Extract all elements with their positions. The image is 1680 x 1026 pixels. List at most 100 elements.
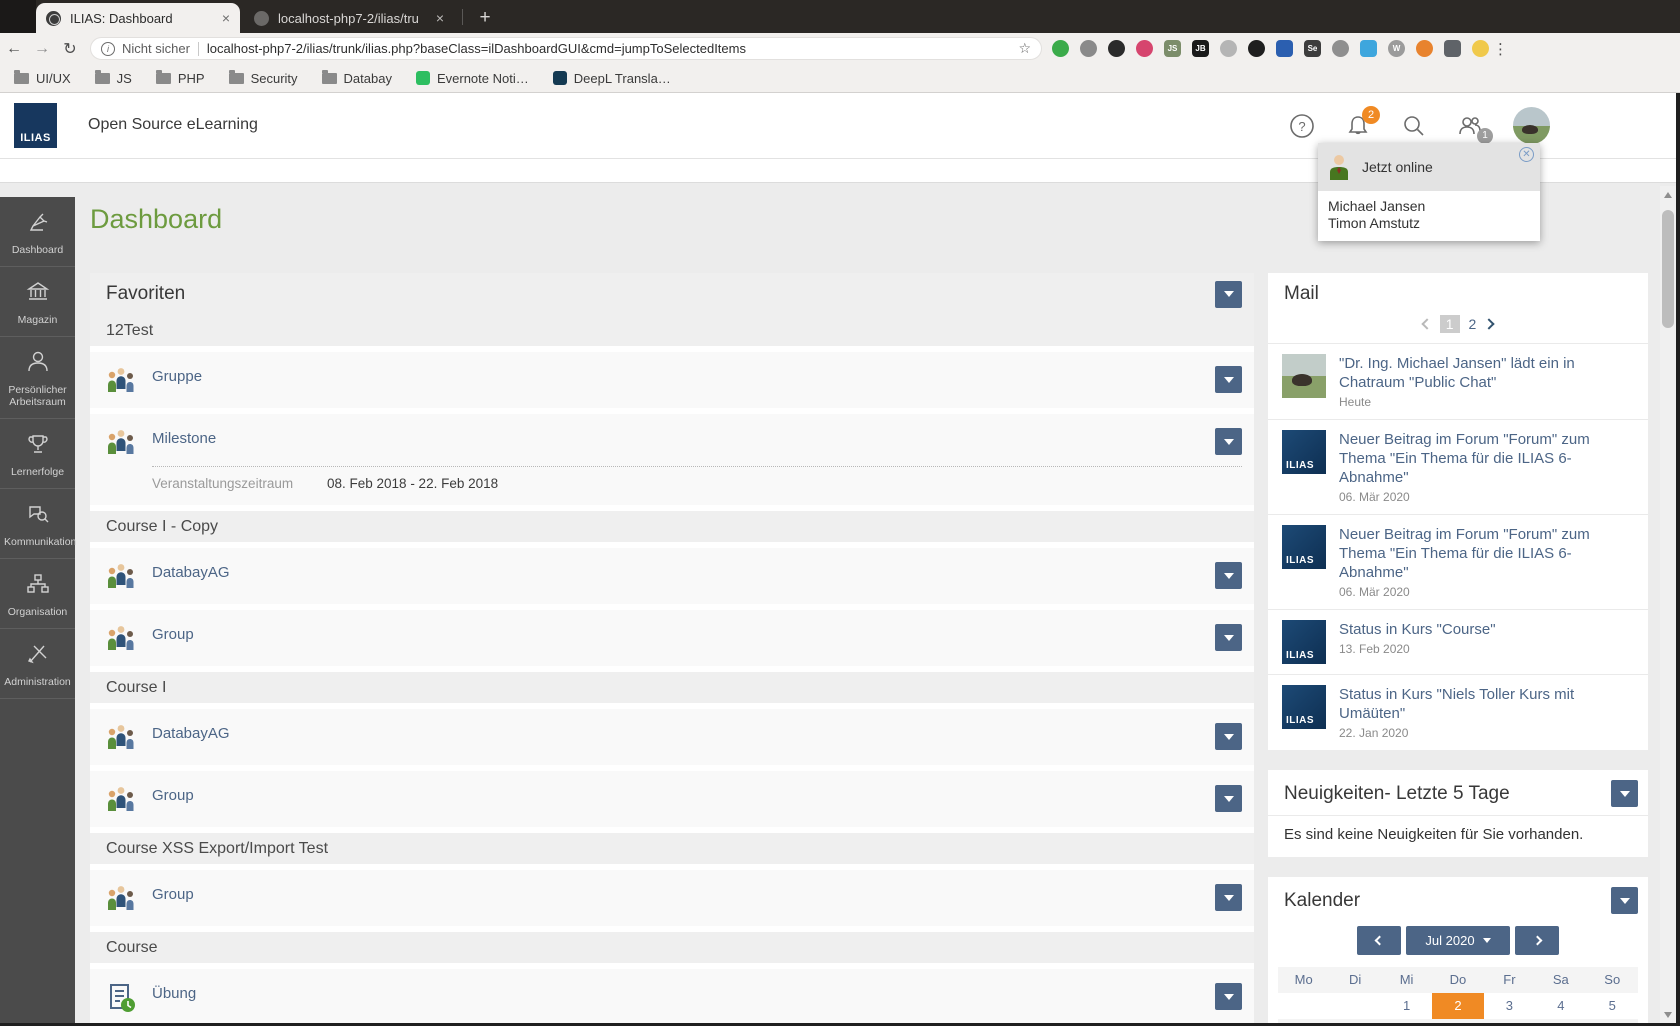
browser-menu-icon[interactable]: ⋮ [1493, 40, 1508, 58]
tab-close-icon[interactable]: × [436, 10, 444, 26]
search-icon[interactable] [1401, 113, 1427, 139]
tab-close-icon[interactable]: × [222, 10, 230, 26]
help-icon[interactable]: ? [1289, 113, 1315, 139]
bookmark-item[interactable]: Databay [321, 69, 392, 86]
favorite-item-link[interactable]: Group [152, 884, 1205, 903]
contacts-icon[interactable]: 1 [1457, 113, 1493, 144]
mail-item-title[interactable]: Neuer Beitrag im Forum "Forum" zum Thema… [1339, 525, 1636, 582]
shield-icon[interactable] [1332, 40, 1349, 57]
profile-avatar-icon[interactable] [1472, 40, 1489, 57]
camera-icon[interactable] [1136, 40, 1153, 57]
adblock-icon[interactable] [1052, 40, 1069, 57]
bookmark-star-icon[interactable]: ☆ [1018, 40, 1031, 57]
online-user[interactable]: Timon Amstutz [1328, 215, 1530, 232]
sidebar-item-kommunikation[interactable]: Kommunikation [0, 489, 76, 559]
online-user[interactable]: Michael Jansen [1328, 198, 1530, 215]
favorites-actions-button[interactable] [1215, 280, 1242, 308]
scroll-up-icon[interactable] [1664, 192, 1672, 198]
favorite-item-link[interactable]: Gruppe [152, 366, 1205, 385]
bookmark-item[interactable]: DeepL Transla… [552, 71, 671, 86]
mail-item-date: Heute [1339, 395, 1372, 409]
info-icon[interactable]: i [101, 41, 115, 56]
page-scrollbar[interactable] [1660, 186, 1676, 1026]
new-tab-button[interactable]: + [472, 5, 498, 31]
favorite-item-row: Gruppe [90, 352, 1254, 408]
item-actions-button[interactable] [1215, 366, 1242, 393]
bookmark-item[interactable]: PHP [155, 69, 205, 86]
scroll-down-icon[interactable] [1664, 1012, 1672, 1018]
calendar-day-cell[interactable]: 3 [1484, 993, 1535, 1019]
sidebar-item-administration[interactable]: Administration [0, 629, 75, 699]
mail-item[interactable]: ILIAS Neuer Beitrag im Forum "Forum" zum … [1268, 419, 1648, 514]
mail-item-title[interactable]: Status in Kurs "Course" [1339, 620, 1636, 639]
calendar-next-button[interactable] [1515, 926, 1559, 955]
forward-icon[interactable]: → [28, 40, 56, 58]
item-actions-button[interactable] [1215, 723, 1242, 750]
next-page-icon[interactable] [1483, 318, 1495, 330]
jetbrains-icon[interactable]: JB [1192, 40, 1209, 57]
mail-item[interactable]: "Dr. Ing. Michael Jansen" lädt ein in Ch… [1268, 343, 1648, 419]
item-actions-button[interactable] [1215, 983, 1242, 1010]
selenium-icon[interactable]: Se [1304, 40, 1321, 57]
item-actions-button[interactable] [1215, 562, 1242, 589]
favorite-item-link[interactable]: Group [152, 624, 1205, 643]
sidebar-item-organisation[interactable]: Organisation [0, 559, 75, 629]
calendar-prev-button[interactable] [1357, 926, 1401, 955]
favorite-item-link[interactable]: Übung [152, 983, 1205, 1002]
item-actions-button[interactable] [1215, 428, 1242, 455]
bookmark-item[interactable]: UI/UX [14, 69, 71, 86]
chevron-down-icon [1223, 376, 1234, 383]
tab-ilias-dashboard[interactable]: ILIAS: Dashboard × [36, 3, 240, 33]
reload-icon[interactable]: ↻ [56, 39, 84, 59]
swift-icon[interactable] [1416, 40, 1433, 57]
sidebar-item-dashboard[interactable]: Dashboard [0, 197, 75, 267]
mail-item[interactable]: ILIAS Neuer Beitrag im Forum "Forum" zum … [1268, 514, 1648, 609]
puzzle-icon[interactable] [1444, 40, 1461, 57]
bookmark-item[interactable]: JS [94, 69, 132, 86]
tab-localhost[interactable]: localhost-php7-2/ilias/tru × [244, 3, 454, 33]
lightning-icon[interactable] [1220, 40, 1237, 57]
favorite-item-link[interactable]: Milestone [152, 428, 1205, 447]
calendar-day-cell[interactable]: 5 [1587, 993, 1638, 1019]
prev-page-icon[interactable] [1421, 318, 1433, 330]
bookmark-item[interactable]: Security [228, 69, 298, 86]
news-actions-button[interactable] [1611, 780, 1638, 807]
sidebar-item-magazin[interactable]: Magazin [0, 267, 75, 337]
bookmark-item[interactable]: Evernote Noti… [415, 71, 529, 86]
gear-icon[interactable] [1080, 40, 1097, 57]
sidebar-item-pers-nlicher-arbeitsraum[interactable]: Persönlicher Arbeitsraum [0, 337, 75, 419]
calendar-day-cell[interactable]: 2 [1432, 993, 1484, 1019]
page-number[interactable]: 2 [1469, 316, 1477, 332]
sidebar-item-lernerfolge[interactable]: Lernerfolge [0, 419, 75, 489]
item-actions-button[interactable] [1215, 884, 1242, 911]
calendar-actions-button[interactable] [1611, 887, 1638, 914]
scrollbar-thumb[interactable] [1662, 210, 1674, 328]
mail-item-title[interactable]: "Dr. Ing. Michael Jansen" lädt ein in Ch… [1339, 354, 1636, 392]
ilias-logo[interactable]: ILIAS [14, 103, 57, 148]
mail-item[interactable]: ILIAS Status in Kurs "Course" 13. Feb 2020 [1268, 609, 1648, 674]
userscript-icon[interactable]: JS [1164, 40, 1181, 57]
mail-item[interactable]: ILIAS Status in Kurs "Niels Toller Kurs m… [1268, 674, 1648, 750]
page-number-current[interactable]: 1 [1439, 315, 1460, 333]
favorite-item-link[interactable]: DatabayAG [152, 562, 1205, 581]
flame-icon[interactable] [1248, 40, 1265, 57]
calendar-day-cell[interactable]: 1 [1381, 993, 1432, 1019]
chat-icon[interactable] [1360, 40, 1377, 57]
accessibility-icon[interactable] [1276, 40, 1293, 57]
url-bar[interactable]: i Nicht sicher localhost-php7-2/ilias/tr… [90, 37, 1042, 60]
calendar-month-button[interactable]: Jul 2020 [1406, 926, 1510, 955]
close-icon[interactable]: ✕ [1519, 147, 1534, 162]
calendar-day-cell[interactable]: 4 [1535, 993, 1586, 1019]
item-actions-button[interactable] [1215, 624, 1242, 651]
mail-item-title[interactable]: Status in Kurs "Niels Toller Kurs mit Um… [1339, 685, 1636, 723]
favorite-item-link[interactable]: Group [152, 785, 1205, 804]
item-actions-button[interactable] [1215, 785, 1242, 812]
user-avatar[interactable] [1513, 107, 1550, 144]
notification-badge: 2 [1362, 105, 1380, 124]
mail-item-title[interactable]: Neuer Beitrag im Forum "Forum" zum Thema… [1339, 430, 1636, 487]
notifications-bell-icon[interactable]: 2 [1345, 105, 1380, 139]
eye-icon[interactable] [1108, 40, 1125, 57]
back-icon[interactable]: ← [0, 40, 28, 58]
wordpress-icon[interactable]: W [1388, 40, 1405, 57]
favorite-item-link[interactable]: DatabayAG [152, 723, 1205, 742]
